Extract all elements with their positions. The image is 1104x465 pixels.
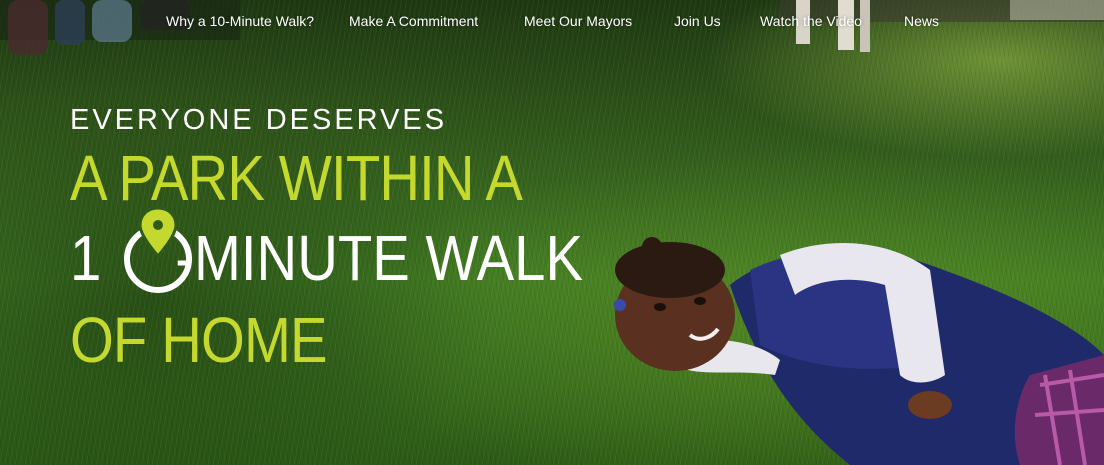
girl-lying-on-grass-image (614, 237, 1104, 465)
headline-eyebrow: EVERYONE DESERVES (70, 104, 448, 136)
headline-line-3: OF HOME (70, 304, 328, 376)
nav-watch-the-video[interactable]: Watch the Video (760, 13, 862, 29)
nav-news[interactable]: News (904, 13, 939, 29)
nav-why-10-minute-walk[interactable]: Why a 10-Minute Walk? (166, 13, 314, 29)
main-nav: Why a 10-Minute Walk? Make A Commitment … (0, 13, 1104, 33)
nav-make-a-commitment[interactable]: Make A Commitment (349, 13, 478, 29)
hero-banner: Why a 10-Minute Walk? Make A Commitment … (0, 0, 1104, 465)
location-pin-icon (124, 206, 192, 293)
headline-line-2-end: -MINUTE WALK (175, 222, 584, 294)
nav-join-us[interactable]: Join Us (674, 13, 721, 29)
headline-line-2-start: 1 (70, 222, 102, 294)
headline-line-1: A PARK WITHIN A (70, 142, 523, 214)
nav-meet-our-mayors[interactable]: Meet Our Mayors (524, 13, 632, 29)
